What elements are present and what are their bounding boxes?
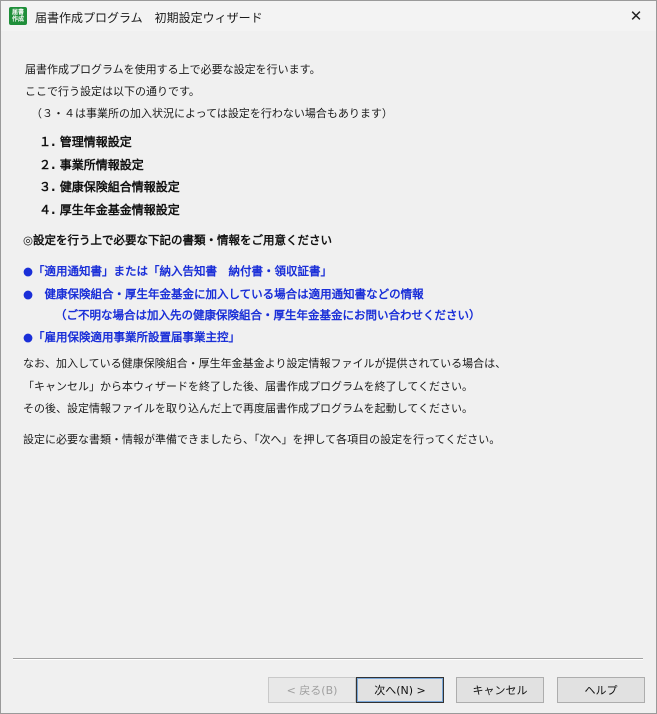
intro-line-2: ここで行う設定は以下の通りです。 xyxy=(25,85,200,98)
step-item-4: ４. 厚生年金基金情報設定 xyxy=(39,203,180,217)
note-line-3: その後、設定情報ファイルを取り込んだ上で再度届書作成プログラムを起動してください… xyxy=(23,402,474,415)
wizard-window: 届書作成 届書作成プログラム 初期設定ウィザード ✕ 届書作成プログラムを使用す… xyxy=(0,0,657,714)
close-button[interactable]: ✕ xyxy=(620,3,652,29)
document-item-2-note: （ご不明な場合は加入先の健康保険組合・厚生年金基金にお問い合わせください） xyxy=(55,308,481,322)
note-line-4: 設定に必要な書類・情報が準備できましたら、「次へ」を押して各項目の設定を行ってく… xyxy=(23,433,501,446)
step-item-3: ３. 健康保険組合情報設定 xyxy=(39,180,180,194)
intro-line-3: （３・４は事業所の加入状況によっては設定を行わない場合もあります） xyxy=(31,107,393,120)
help-button[interactable]: ヘルプ xyxy=(557,677,645,703)
intro-line-1: 届書作成プログラムを使用する上で必要な設定を行います。 xyxy=(25,63,321,76)
document-item-2: ● 健康保険組合・厚生年金基金に加入している場合は適用通知書などの情報 xyxy=(23,287,424,301)
note-line-1: なお、加入している健康保険組合・厚生年金基金より設定情報ファイルが提供されている… xyxy=(23,357,507,370)
document-item-1: ●「適用通知書」または「納入告知書 納付書・領収証書」 xyxy=(23,264,333,278)
note-line-2: 「キャンセル」から本ウィザードを終了した後、届書作成プログラムを終了してください… xyxy=(23,380,474,393)
title-bar: 届書作成 届書作成プログラム 初期設定ウィザード ✕ xyxy=(1,1,656,31)
documents-heading: ◎設定を行う上で必要な下記の書類・情報をご用意ください xyxy=(23,233,333,247)
step-item-1: １. 管理情報設定 xyxy=(39,135,132,149)
cancel-button[interactable]: キャンセル xyxy=(456,677,544,703)
close-icon: ✕ xyxy=(629,7,643,25)
button-separator xyxy=(13,658,643,660)
window-title: 届書作成プログラム 初期設定ウィザード xyxy=(35,11,263,25)
back-button[interactable]: < 戻る(B) xyxy=(268,677,356,703)
document-item-3: ●「雇用保険適用事業所設置届事業主控」 xyxy=(23,330,241,344)
app-icon: 届書作成 xyxy=(9,7,27,25)
step-item-2: ２. 事業所情報設定 xyxy=(39,158,144,172)
next-button[interactable]: 次へ(N) > xyxy=(356,677,444,703)
